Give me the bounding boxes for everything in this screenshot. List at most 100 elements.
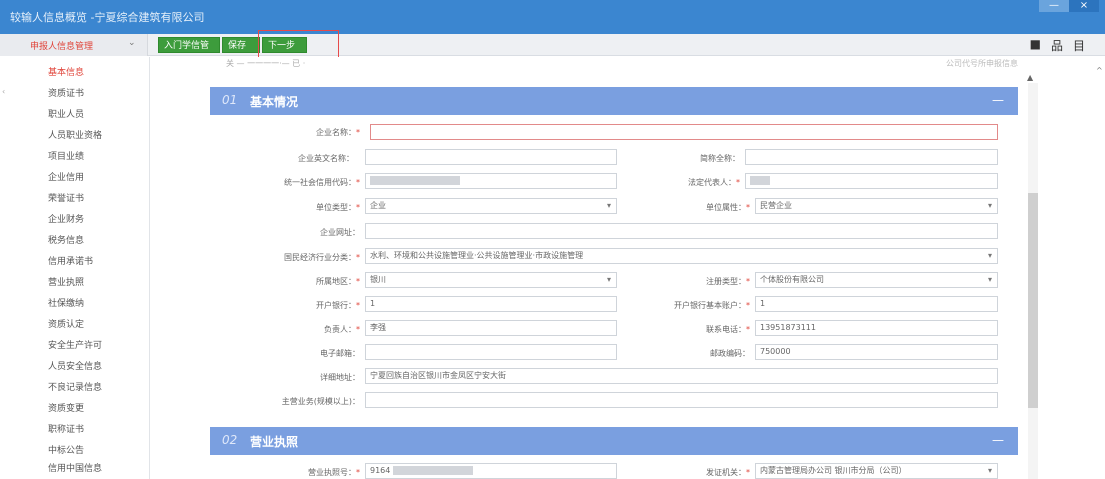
legal-person-label: 法定代表人：*: [688, 178, 740, 187]
license-org-select[interactable]: 内蒙古管理局办公司 银川市分局（公司） ▾: [755, 463, 998, 479]
sidebar-item[interactable]: 资质变更: [48, 401, 84, 414]
credit-code-label: 统一社会信用代码：*: [284, 178, 360, 187]
main-business-input[interactable]: [365, 392, 998, 408]
top-strip-right: 公司代号所申报信息: [946, 59, 1018, 68]
phone-input[interactable]: 13951873111: [755, 320, 998, 336]
sidebar-item[interactable]: 营业执照: [48, 275, 84, 288]
redacted-value: [750, 176, 770, 185]
section-header-basic: 01 基本情况 —: [210, 87, 1018, 115]
toolbar-right-tools: ■ 品 目: [1030, 37, 1085, 54]
close-button[interactable]: ×: [1069, 0, 1099, 12]
sidebar: ‹ 基本信息 资质证书 职业人员 人员职业资格 项目业绩 企业信用 荣誉证书 企…: [0, 57, 150, 479]
select-caret-icon: ▾: [606, 275, 611, 284]
website-input[interactable]: [365, 223, 998, 239]
redacted-value: [370, 176, 460, 185]
sidebar-item-basic-info[interactable]: 基本信息: [48, 65, 84, 78]
sidebar-item[interactable]: 项目业绩: [48, 149, 84, 162]
postcode-label: 邮政编码：: [710, 349, 750, 358]
sidebar-item[interactable]: 企业财务: [48, 212, 84, 225]
collapse-arrow-icon[interactable]: ‹: [2, 87, 5, 96]
unit-nature-label: 单位属性：*: [706, 203, 750, 212]
short-name-label: 简称全称：: [700, 154, 740, 163]
sidebar-item[interactable]: 人员职业资格: [48, 128, 102, 141]
postcode-input[interactable]: 750000: [755, 344, 998, 360]
address-input[interactable]: 宁夏回族自治区银川市金凤区宁安大街: [365, 368, 998, 384]
top-filter-strip: 关 — 一一一一·— 已 · 公司代号所申报信息: [218, 57, 1018, 71]
region-label: 所属地区：*: [316, 277, 360, 286]
reg-type-label: 注册类型：*: [706, 277, 750, 286]
chevron-up-icon[interactable]: ^: [1096, 66, 1103, 75]
contact-label: 负责人：*: [324, 325, 360, 334]
unit-type-select[interactable]: 企业 ▾: [365, 198, 617, 214]
industry-label: 国民经济行业分类：*: [284, 253, 360, 262]
website-label: 企业网址：: [320, 228, 360, 237]
account-no-label: 开户银行基本账户：*: [674, 301, 750, 310]
toolbar: 申报人信息管理 ⌄ 入门学信管理 保存后存 下一步 ■ 品 目: [0, 34, 1105, 67]
sidebar-item[interactable]: 资质证书: [48, 86, 84, 99]
save-button[interactable]: 保存后存: [222, 37, 260, 67]
personnel-management-button[interactable]: 入门学信管理: [158, 37, 220, 67]
industry-select[interactable]: 水利、环境和公共设施管理业·公共设施管理业·市政设施管理 ▾: [365, 248, 998, 264]
unit-nature-select[interactable]: 民营企业 ▾: [755, 198, 998, 214]
sidebar-header-label: 申报人信息管理: [30, 42, 94, 52]
sidebar-item[interactable]: 中标公告: [48, 443, 84, 456]
section-title: 营业执照: [250, 435, 299, 449]
sidebar-item[interactable]: 社保缴纳: [48, 296, 84, 309]
select-caret-icon: ▾: [987, 275, 992, 284]
section-title: 基本情况: [250, 95, 299, 109]
email-label: 电子邮箱：: [320, 349, 360, 358]
select-caret-icon: ▾: [987, 251, 992, 260]
sidebar-item[interactable]: 安全生产许可: [48, 338, 102, 351]
license-org-label: 发证机关：*: [706, 468, 750, 477]
sidebar-item[interactable]: 人员安全信息: [48, 359, 102, 372]
company-name-input[interactable]: [370, 124, 998, 140]
window-title: 较输人信息概览 -宁夏综合建筑有限公司: [10, 11, 205, 24]
account-bank-label: 开户银行：*: [316, 301, 360, 310]
reg-type-select[interactable]: 个体股份有限公司 ▾: [755, 272, 998, 288]
select-caret-icon: ▾: [987, 201, 992, 210]
sidebar-item[interactable]: 资质认定: [48, 317, 84, 330]
sidebar-item[interactable]: 职称证书: [48, 422, 84, 435]
scroll-up-icon[interactable]: ▲: [1027, 73, 1033, 82]
main-business-label: 主营业务(规模以上)：: [281, 397, 360, 406]
redacted-value: [392, 466, 473, 475]
collapse-icon[interactable]: —: [992, 433, 1004, 447]
english-name-label: 企业英文名称：: [298, 154, 354, 163]
unit-type-label: 单位类型：*: [316, 203, 360, 212]
sidebar-item[interactable]: 信用中国信息: [48, 461, 102, 474]
license-no-input[interactable]: 9164: [365, 463, 617, 479]
credit-code-input[interactable]: [365, 173, 617, 189]
email-input[interactable]: [365, 344, 617, 360]
sidebar-item[interactable]: 荣誉证书: [48, 191, 84, 204]
phone-label: 联系电话：*: [706, 325, 750, 334]
section-number: 02: [222, 433, 238, 447]
scrollbar-thumb[interactable]: [1028, 193, 1038, 408]
account-bank-input[interactable]: 1: [365, 296, 617, 312]
export-icon[interactable]: 品: [1051, 37, 1063, 54]
sidebar-header-dropdown[interactable]: 申报人信息管理 ⌄: [0, 34, 148, 56]
minimize-button[interactable]: —: [1039, 0, 1069, 12]
license-no-label: 营业执照号：*: [308, 468, 360, 477]
sidebar-item[interactable]: 信用承诺书: [48, 254, 93, 267]
sidebar-item[interactable]: 不良记录信息: [48, 380, 102, 393]
title-bar: 较输人信息概览 -宁夏综合建筑有限公司 — ×: [0, 0, 1105, 34]
print-icon[interactable]: ■: [1030, 37, 1041, 54]
sidebar-item[interactable]: 职业人员: [48, 107, 84, 120]
legal-person-input[interactable]: [745, 173, 998, 189]
collapse-icon[interactable]: —: [992, 93, 1004, 107]
vertical-scrollbar[interactable]: [1028, 83, 1038, 479]
english-name-input[interactable]: [365, 149, 617, 165]
account-no-input[interactable]: 1: [755, 296, 998, 312]
top-strip-left[interactable]: 关 — 一一一一·— 已 ·: [226, 58, 305, 69]
sidebar-item[interactable]: 税务信息: [48, 233, 84, 246]
company-name-label: 企业名称：*: [316, 128, 360, 137]
section-number: 01: [222, 93, 238, 107]
select-caret-icon: ▾: [987, 466, 992, 475]
document-icon[interactable]: 目: [1073, 37, 1085, 54]
region-select[interactable]: 银川 ▾: [365, 272, 617, 288]
short-name-input[interactable]: [745, 149, 998, 165]
address-label: 详细地址：: [320, 373, 360, 382]
chevron-down-icon: ⌄: [128, 38, 136, 48]
sidebar-item[interactable]: 企业信用: [48, 170, 84, 183]
contact-input[interactable]: 李强: [365, 320, 617, 336]
